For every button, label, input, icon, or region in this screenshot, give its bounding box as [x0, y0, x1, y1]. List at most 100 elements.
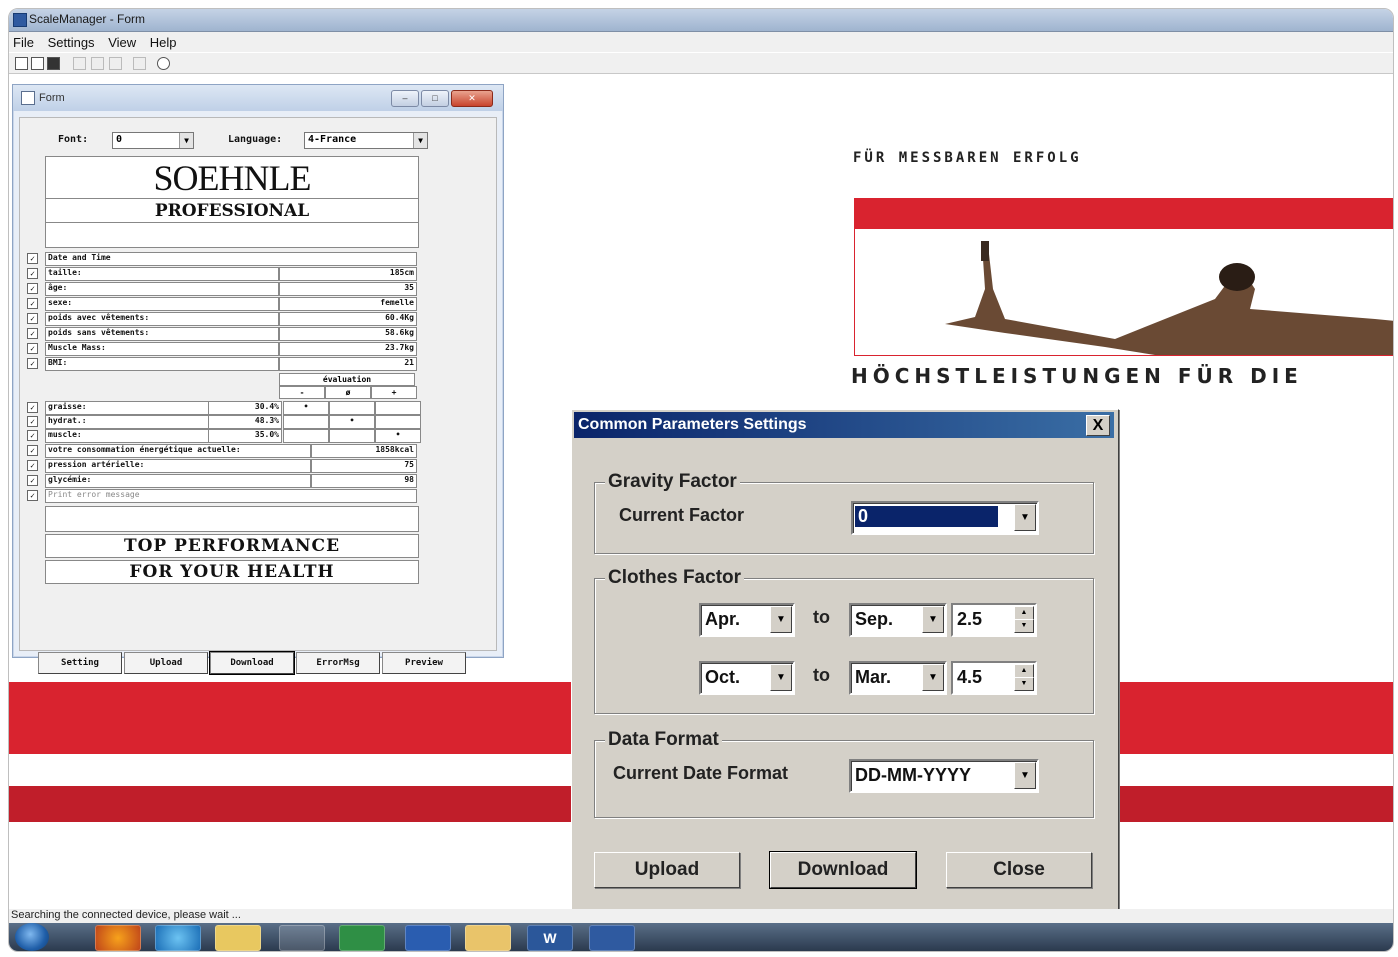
print-icon[interactable] [133, 57, 146, 70]
errormsg-button[interactable]: ErrorMsg [296, 652, 380, 674]
row-label: votre consommation énergétique actuelle: [45, 444, 311, 458]
clothes-to-value: Mar. [855, 667, 892, 687]
new-file-icon[interactable] [15, 57, 28, 70]
chevron-down-icon[interactable]: ▼ [922, 606, 944, 633]
current-factor-select[interactable]: 0 ▼ [851, 501, 1039, 535]
language-select[interactable]: 4-France ▼ [304, 132, 428, 149]
language-value: 4-France [308, 134, 357, 145]
chevron-down-icon[interactable]: ▼ [1014, 762, 1036, 789]
font-value: 0 [116, 134, 123, 145]
chevron-down-icon[interactable]: ▼ [179, 133, 193, 148]
clothes-factor-value: 2.5 [957, 609, 983, 629]
brand-headline: HÖCHSTLEISTUNGEN FÜR DIE [851, 364, 1303, 388]
clothes-from-select-1[interactable]: Apr. ▼ [699, 603, 795, 637]
row-checkbox[interactable]: ✓ [27, 416, 38, 427]
save-icon[interactable] [47, 57, 60, 70]
chevron-down-icon[interactable]: ▼ [770, 664, 792, 691]
menu-view[interactable]: View [104, 32, 142, 50]
table-row: ✓ âge: 35 [27, 282, 417, 296]
clothes-factor-spinner-1[interactable]: 2.5 ▲ ▼ [951, 603, 1037, 637]
to-label: to [813, 607, 830, 627]
logo-box: SOEHNLE [45, 156, 419, 200]
language-label: Language: [228, 134, 283, 145]
clothes-factor-spinner-2[interactable]: 4.5 ▲ ▼ [951, 661, 1037, 695]
download-button[interactable]: Download [209, 651, 295, 675]
app-icon[interactable] [405, 925, 451, 951]
chevron-down-icon[interactable]: ▼ [1014, 504, 1036, 531]
row-checkbox[interactable]: ✓ [27, 402, 38, 413]
empty-line-box [45, 222, 419, 248]
open-file-icon[interactable] [31, 57, 44, 70]
media-icon[interactable] [279, 925, 325, 951]
row-checkbox[interactable]: ✓ [27, 445, 38, 456]
spin-up-icon[interactable]: ▲ [1014, 664, 1034, 678]
upload-button[interactable]: Upload [124, 652, 208, 674]
paste-icon[interactable] [109, 57, 122, 70]
row-checkbox[interactable]: ✓ [27, 460, 38, 471]
row-checkbox[interactable]: ✓ [27, 268, 38, 279]
explorer-icon[interactable] [215, 925, 261, 951]
copy-icon[interactable] [91, 57, 104, 70]
chevron-down-icon[interactable]: ▼ [922, 664, 944, 691]
row-checkbox[interactable]: ✓ [27, 313, 38, 324]
row-label: muscle: [45, 429, 209, 443]
clothes-from-select-2[interactable]: Oct. ▼ [699, 661, 795, 695]
maximize-button[interactable]: □ [421, 90, 449, 107]
dialog-download-button[interactable]: Download [769, 851, 917, 889]
clothes-to-select-2[interactable]: Mar. ▼ [849, 661, 947, 695]
row-value: 1858kcal [311, 444, 417, 458]
row-checkbox[interactable]: ✓ [27, 283, 38, 294]
form-close-button[interactable]: ✕ [451, 90, 493, 107]
evaluation-col-minus: - [279, 386, 325, 399]
dialog-close-button[interactable]: X [1086, 415, 1110, 436]
menu-help[interactable]: Help [146, 32, 183, 50]
spin-down-icon[interactable]: ▼ [1014, 677, 1034, 691]
dialog-upload-button[interactable]: Upload [594, 852, 740, 888]
form-window: Form – □ ✕ Font: 0 ▼ Language: 4-France … [12, 84, 504, 675]
row-value: 98 [311, 474, 417, 488]
setting-button[interactable]: Setting [38, 652, 122, 674]
footer-text-2: FOR YOUR HEALTH [129, 562, 335, 582]
evaluation-col-plus: + [371, 386, 417, 399]
row-checkbox[interactable]: ✓ [27, 328, 38, 339]
firefox-icon[interactable] [95, 925, 141, 951]
clothes-to-select-1[interactable]: Sep. ▼ [849, 603, 947, 637]
table-row: ✓ Date and Time [27, 252, 417, 266]
table-row: ✓ muscle: 35.0% • [27, 429, 421, 443]
row-checkbox[interactable]: ✓ [27, 475, 38, 486]
word-icon[interactable]: W [527, 925, 573, 951]
chevron-down-icon[interactable]: ▼ [770, 606, 792, 633]
table-row: ✓ glycémie: 98 [27, 474, 417, 488]
start-button[interactable] [15, 923, 49, 951]
spin-down-icon[interactable]: ▼ [1014, 619, 1034, 633]
cut-icon[interactable] [73, 57, 86, 70]
row-checkbox[interactable]: ✓ [27, 358, 38, 369]
eval-cell [283, 429, 329, 443]
evaluation-header: évaluation [279, 373, 415, 386]
minimize-button[interactable]: – [391, 90, 419, 107]
row-checkbox[interactable]: ✓ [27, 253, 38, 264]
row-checkbox[interactable]: ✓ [27, 490, 38, 501]
clothes-factor-legend: Clothes Factor [605, 567, 745, 589]
row-value: 30.4% [208, 401, 282, 415]
dialog-titlebar: Common Parameters Settings X [574, 412, 1114, 438]
row-value: 35 [279, 282, 417, 296]
preview-button[interactable]: Preview [382, 652, 466, 674]
ie-icon[interactable] [155, 925, 201, 951]
spin-up-icon[interactable]: ▲ [1014, 606, 1034, 620]
row-checkbox[interactable]: ✓ [27, 343, 38, 354]
help-icon[interactable] [157, 57, 170, 70]
font-select[interactable]: 0 ▼ [112, 132, 194, 149]
footer-text-1: TOP PERFORMANCE [123, 536, 341, 556]
dialog-close-btn[interactable]: Close [946, 852, 1092, 888]
excel-icon[interactable] [339, 925, 385, 951]
footer-box-2: FOR YOUR HEALTH [45, 560, 419, 584]
row-checkbox[interactable]: ✓ [27, 298, 38, 309]
scale-icon[interactable] [589, 925, 635, 951]
menu-file[interactable]: File [9, 32, 40, 50]
date-format-select[interactable]: DD-MM-YYYY ▼ [849, 759, 1039, 793]
chevron-down-icon[interactable]: ▼ [413, 133, 427, 148]
folder-icon[interactable] [465, 925, 511, 951]
menu-settings[interactable]: Settings [44, 32, 101, 50]
row-checkbox[interactable]: ✓ [27, 430, 38, 441]
